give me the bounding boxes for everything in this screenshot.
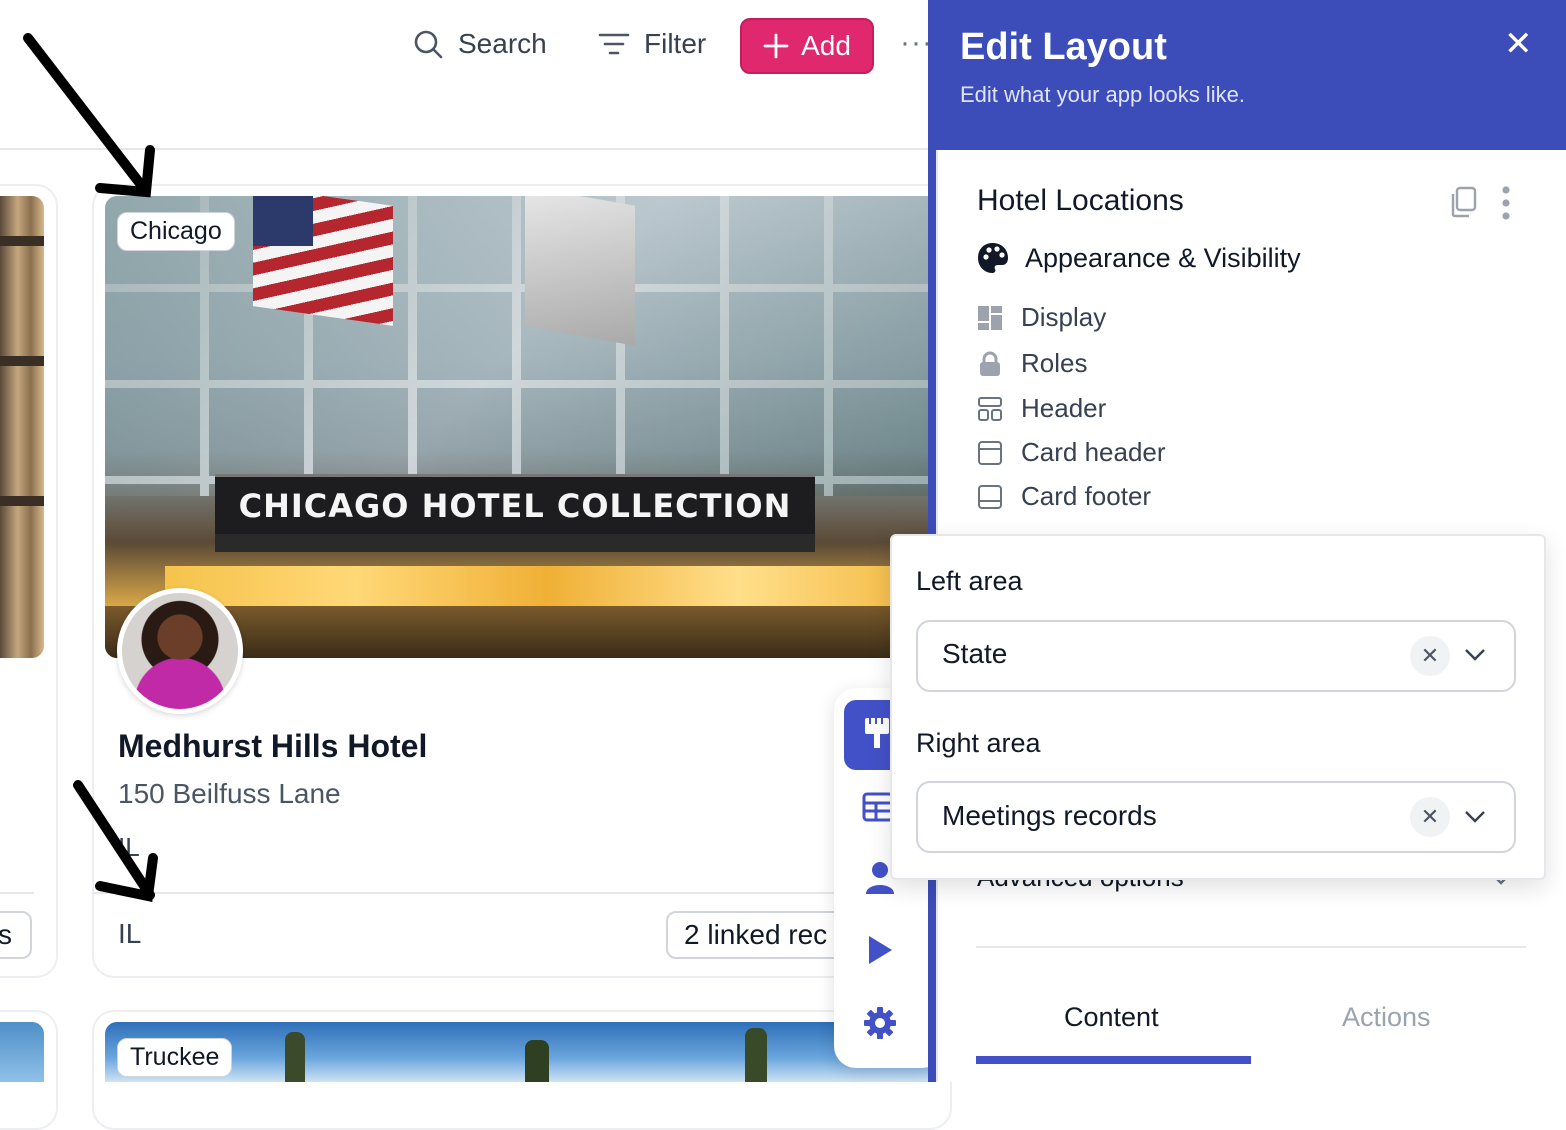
panel-title: Edit Layout (960, 26, 1167, 68)
menu-item-card-footer[interactable]: Card footer (977, 481, 1151, 512)
chevron-down-icon (1465, 811, 1485, 823)
left-area-clear-button[interactable]: ✕ (1410, 636, 1450, 676)
menu-label: Display (1021, 302, 1107, 332)
arrow-icon (73, 780, 158, 902)
rail-item-brush[interactable] (862, 716, 892, 757)
annotation-arrows (23, 33, 158, 902)
left-area-value: State (942, 638, 1008, 669)
right-area-clear-button[interactable]: ✕ (1410, 797, 1450, 837)
header-icon (978, 396, 1002, 421)
rail-item-play[interactable] (866, 934, 894, 971)
appearance-visibility-item[interactable]: Appearance & Visibility (977, 242, 1301, 274)
tab-content[interactable]: Content (1064, 1002, 1159, 1033)
brush-icon (865, 718, 889, 748)
right-area-dropdown[interactable] (1464, 810, 1486, 829)
vertical-dots-icon (1502, 186, 1510, 220)
close-button[interactable]: ✕ (1504, 24, 1533, 64)
edit-layout-header (928, 0, 1566, 150)
menu-label: Roles (1021, 348, 1088, 378)
close-icon: ✕ (1504, 25, 1533, 63)
clear-icon: ✕ (1420, 643, 1440, 668)
play-icon (869, 936, 892, 964)
rail-item-settings[interactable] (863, 1006, 897, 1045)
chevron-down-icon (1465, 649, 1485, 661)
duplicate-button[interactable] (1448, 186, 1478, 223)
copy-icon (1451, 186, 1477, 218)
right-area-label: Right area (916, 728, 1041, 758)
menu-label: Card header (1021, 437, 1166, 467)
tab-actions[interactable]: Actions (1342, 1002, 1431, 1033)
clear-icon: ✕ (1420, 804, 1440, 829)
menu-label: Card footer (1021, 481, 1152, 511)
lock-icon (980, 351, 1000, 376)
palette-icon (978, 243, 1008, 273)
section-more-button[interactable] (1500, 186, 1512, 225)
menu-item-header[interactable]: Header (977, 393, 1106, 424)
menu-label: Header (1021, 393, 1107, 423)
menu-item-display[interactable]: Display (977, 302, 1106, 333)
left-area-label: Left area (916, 566, 1023, 596)
panel-divider (976, 946, 1526, 948)
card-footer-icon (978, 484, 1002, 509)
appearance-label: Appearance & Visibility (1025, 242, 1301, 273)
gear-icon (864, 1007, 896, 1039)
right-area-value: Meetings records (942, 800, 1157, 831)
card-header-icon (978, 440, 1002, 465)
menu-item-card-header[interactable]: Card header (977, 437, 1166, 468)
tab-active-indicator (976, 1056, 1251, 1064)
arrow-icon (23, 33, 155, 198)
menu-item-roles[interactable]: Roles (977, 348, 1087, 379)
panel-subtitle: Edit what your app looks like. (960, 82, 1245, 107)
display-icon (978, 305, 1002, 330)
section-title: Hotel Locations (977, 184, 1184, 217)
left-area-dropdown[interactable] (1464, 648, 1486, 667)
